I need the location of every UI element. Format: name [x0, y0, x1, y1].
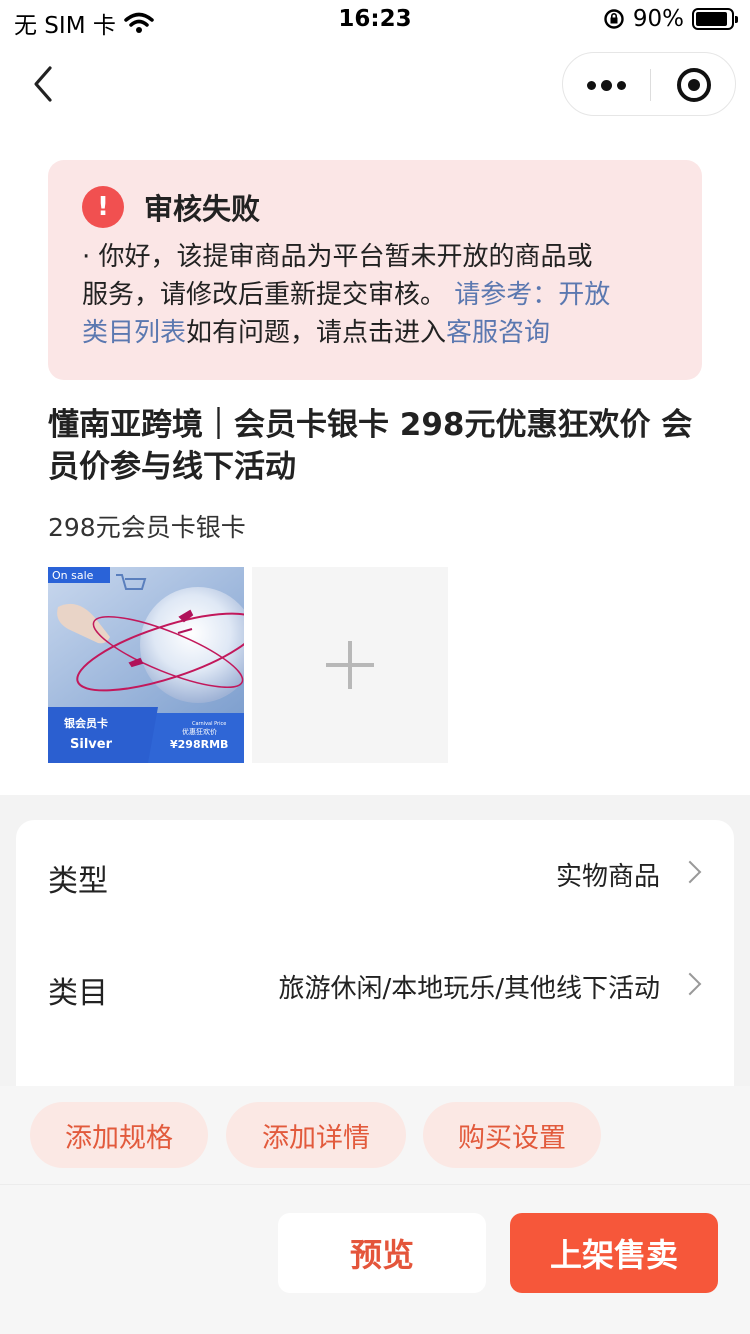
- battery-area: 90%: [603, 6, 738, 32]
- card-name-text: 银会员卡: [64, 716, 108, 730]
- form-row-category[interactable]: 类目 旅游休闲/本地玩乐/其他线下活动: [16, 932, 734, 1042]
- add-image-button[interactable]: [252, 567, 448, 763]
- product-subtitle: 298元会员卡银卡: [48, 513, 246, 542]
- alert-message: · 你好，该提审商品为平台暂未开放的商品或 服务，请修改后重新提交审核。 请参考…: [82, 238, 668, 352]
- open-category-link[interactable]: 请参考：开放: [454, 280, 610, 310]
- price-text: ¥298RMB: [170, 738, 228, 751]
- tier-text: Silver: [70, 737, 113, 752]
- status-bar: 无 SIM 卡 16:23 90%: [0, 0, 750, 44]
- more-button[interactable]: [563, 53, 650, 117]
- customer-service-link[interactable]: 客服咨询: [446, 318, 550, 348]
- alert-line-3: 类目列表如有问题，请点击进入客服咨询: [82, 314, 668, 352]
- alert-text: 服务，请修改后重新提交审核。: [82, 280, 455, 310]
- publish-button[interactable]: 上架售卖: [510, 1213, 718, 1293]
- alert-text: 如有问题，请点击进入: [186, 318, 447, 348]
- more-dots-icon: [587, 80, 596, 90]
- more-dot: [617, 80, 626, 90]
- bottom-action-bar: 预览 上架售卖: [0, 1184, 750, 1334]
- chevron-right-icon: [678, 860, 702, 884]
- product-form-card: 类型 实物商品 类目 旅游休闲/本地玩乐/其他线下活动: [16, 820, 734, 1110]
- category-list-link[interactable]: 类目列表: [82, 318, 186, 348]
- form-value-category: 旅游休闲/本地玩乐/其他线下活动: [278, 974, 660, 1004]
- alert-header: ! 审核失败: [82, 184, 668, 230]
- carnival-cn-text: 优惠狂欢价: [182, 727, 217, 736]
- more-dot: [601, 79, 612, 91]
- preview-button[interactable]: 预览: [278, 1213, 486, 1293]
- warning-icon: !: [82, 186, 124, 228]
- carnival-en-text: Carnival Price: [192, 721, 226, 727]
- product-image-art: On sale 银会员卡 Silver Carnival Price 优惠狂欢价…: [48, 567, 244, 763]
- purchase-settings-button[interactable]: 购买设置: [423, 1102, 601, 1168]
- target-dot: [688, 79, 700, 91]
- battery-level: [696, 12, 727, 26]
- add-spec-button[interactable]: 添加规格: [30, 1102, 208, 1168]
- form-label-type: 类型: [48, 864, 108, 899]
- on-sale-badge: On sale: [52, 569, 94, 582]
- alert-line-1: · 你好，该提审商品为平台暂未开放的商品或: [82, 242, 593, 272]
- product-title: 懂南亚跨境｜会员卡银卡 298元优惠狂欢价 会员价参与线下活动: [48, 407, 693, 485]
- close-miniprogram-button[interactable]: [651, 53, 737, 117]
- rotation-lock-icon: [604, 9, 624, 29]
- form-row-type[interactable]: 类型 实物商品: [16, 820, 734, 930]
- alert-line-2: 服务，请修改后重新提交审核。 请参考：开放: [82, 276, 668, 314]
- back-button[interactable]: [26, 62, 66, 106]
- chevron-left-icon: [34, 66, 52, 102]
- quick-actions-bar: 添加规格 添加详情 购买设置: [0, 1086, 750, 1184]
- form-value-type: 实物商品: [555, 862, 660, 892]
- miniprogram-capsule: [562, 52, 736, 116]
- plus-icon-vertical: [348, 641, 352, 689]
- target-icon: [677, 68, 711, 102]
- alert-title: 审核失败: [144, 192, 261, 226]
- form-label-category: 类目: [48, 976, 108, 1011]
- chevron-right-icon: [678, 972, 702, 996]
- add-detail-button[interactable]: 添加详情: [226, 1102, 406, 1168]
- product-image[interactable]: On sale 银会员卡 Silver Carnival Price 优惠狂欢价…: [48, 567, 244, 763]
- battery-icon: [692, 8, 738, 30]
- battery-percent: 90%: [632, 6, 684, 32]
- audit-failed-alert: ! 审核失败 · 你好，该提审商品为平台暂未开放的商品或 服务，请修改后重新提交…: [48, 160, 702, 380]
